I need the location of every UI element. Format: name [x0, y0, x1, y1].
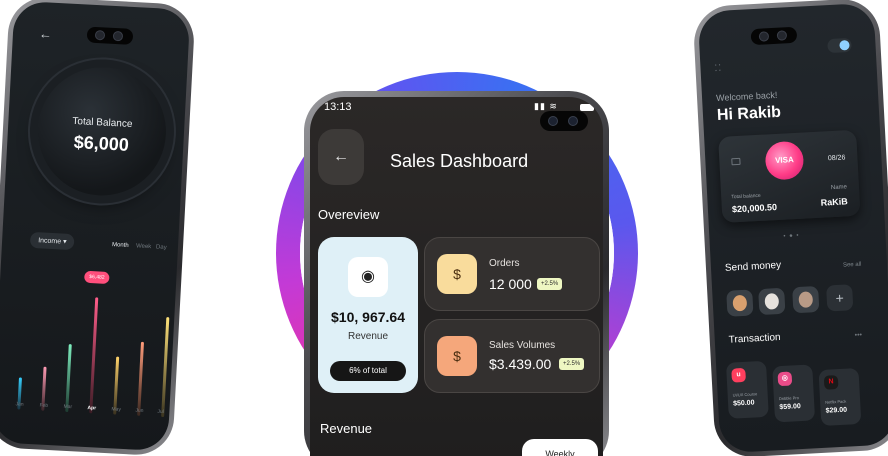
- balance-dial: Total Balance $6,000: [34, 64, 170, 199]
- transaction-heading: Transaction: [728, 332, 781, 346]
- left-phone-screen: ← Total Balance $6,000 Income ▾ Month We…: [0, 0, 191, 452]
- chevron-down-icon: ▾: [62, 238, 67, 246]
- arrow-left-icon: ←: [333, 148, 349, 165]
- income-filter-dropdown[interactable]: Income ▾: [29, 231, 75, 251]
- month-label: Mar: [63, 403, 73, 411]
- camera-cutout: [540, 111, 588, 131]
- sales-volumes-card[interactable]: $ Sales Volumes $3.439.00 +2.5%: [424, 319, 600, 393]
- sales-volumes-label: Sales Volumes: [489, 340, 556, 351]
- visa-logo: VISA: [764, 140, 805, 181]
- card-expiry: 08/26: [827, 154, 846, 163]
- center-phone-screen: 13:13 ▮▮ ≋ ← Sales Dashboard Overeview ◉…: [310, 97, 603, 456]
- card-name-label: Name: [830, 184, 848, 192]
- transaction-card[interactable]: u UI/UX Course $50.00: [725, 360, 769, 419]
- status-time: 13:13: [324, 101, 352, 113]
- center-phone: 13:13 ▮▮ ≋ ← Sales Dashboard Overeview ◉…: [304, 91, 609, 456]
- income-filter-label: Income: [37, 237, 62, 246]
- month-label-selected[interactable]: Apr: [87, 405, 96, 411]
- period-day[interactable]: Day: [156, 244, 167, 251]
- arrow-left-icon[interactable]: ←: [39, 26, 53, 42]
- coins-stack-icon: ◉: [348, 257, 388, 297]
- greeting: Hi Rakib: [716, 103, 782, 125]
- revenue-share-pill: 6% of total: [330, 361, 406, 381]
- back-button[interactable]: ←: [318, 129, 364, 185]
- balance-value: $6,000: [73, 132, 130, 155]
- transaction-title: UI/UX Course: [732, 391, 758, 398]
- transaction-card[interactable]: ◎ Dribble Pro $59.00: [772, 364, 816, 423]
- see-all-link[interactable]: See all: [843, 262, 862, 269]
- month-label: May: [111, 406, 122, 413]
- month-label: Jul: [157, 408, 164, 416]
- month-label: Jan: [15, 401, 24, 408]
- send-money-heading: Send money: [724, 259, 782, 274]
- revenue-label: Revenue: [347, 331, 389, 342]
- sales-volumes-change-badge: +2.5%: [559, 358, 585, 370]
- orders-label: Orders: [489, 258, 520, 269]
- orders-value: 12 000: [489, 276, 532, 292]
- transaction-price: $59.00: [779, 403, 801, 412]
- welcome-text: Welcome back!: [715, 89, 778, 104]
- netflix-icon: N: [823, 375, 839, 390]
- period-week[interactable]: Week: [136, 243, 152, 250]
- dollar-coin-icon: $: [437, 336, 477, 376]
- transaction-title: Netflix Pack: [825, 398, 847, 405]
- total-balance-value: $20,000.50: [731, 202, 778, 215]
- month-label: Feb: [39, 402, 49, 409]
- revenue-value: $10, 967.64: [331, 309, 405, 325]
- more-dots-icon[interactable]: •••: [855, 332, 863, 339]
- transaction-title: Dribble Pro: [778, 395, 800, 402]
- left-phone: ← Total Balance $6,000 Income ▾ Month We…: [0, 0, 196, 456]
- dollar-coin-icon: $: [437, 254, 477, 294]
- revenue-heading: Revenue: [320, 421, 373, 436]
- sales-volumes-value: $3.439.00: [489, 356, 552, 372]
- total-balance-label: Total balance: [731, 192, 761, 201]
- revenue-card[interactable]: ◉ $10, 967.64 Revenue 6% of total: [318, 237, 418, 393]
- theme-toggle[interactable]: [827, 37, 852, 54]
- right-phone: ⁚⁚ Welcome back! Hi Rakib VISA 08/26 Tot…: [692, 0, 888, 456]
- dribbble-icon: ◎: [777, 371, 793, 387]
- income-bar-chart: [15, 259, 173, 418]
- bank-card[interactable]: VISA 08/26 Total balance $20,000.50 Name…: [718, 129, 861, 223]
- transaction-price: $50.00: [732, 399, 755, 408]
- card-name-value: RaKiB: [820, 196, 848, 208]
- contact-avatar[interactable]: [726, 289, 754, 317]
- chart-bar: [137, 341, 145, 416]
- card-chip-icon: [731, 157, 741, 166]
- contact-avatar[interactable]: [758, 287, 786, 316]
- month-label: Jun: [135, 407, 144, 414]
- menu-dots-icon[interactable]: ⁚⁚: [714, 63, 722, 74]
- transaction-price: $29.00: [825, 406, 848, 415]
- balance-label: Total Balance: [72, 115, 133, 131]
- transaction-card[interactable]: N Netflix Pack $29.00: [818, 367, 862, 426]
- chart-bar: [65, 343, 72, 413]
- orders-change-badge: +2.5%: [537, 278, 563, 290]
- card-pager-dots: • ● •: [783, 232, 800, 240]
- chart-bar: [161, 317, 170, 418]
- period-select-button[interactable]: Weekly: [522, 439, 598, 456]
- chart-bar: [89, 297, 99, 414]
- u-logo-icon: u: [731, 367, 746, 383]
- add-contact-button[interactable]: +: [826, 284, 854, 312]
- page-title: Sales Dashboard: [390, 151, 529, 171]
- orders-card[interactable]: $ Orders 12 000 +2.5%: [424, 237, 600, 311]
- dynamic-island: [750, 26, 798, 46]
- contact-avatar[interactable]: [792, 285, 820, 314]
- overview-heading: Overeview: [318, 207, 380, 222]
- dynamic-island: [86, 26, 134, 45]
- right-phone-screen: ⁚⁚ Welcome back! Hi Rakib VISA 08/26 Tot…: [697, 2, 888, 454]
- period-month[interactable]: Month: [112, 242, 129, 249]
- battery-icon: [580, 104, 594, 111]
